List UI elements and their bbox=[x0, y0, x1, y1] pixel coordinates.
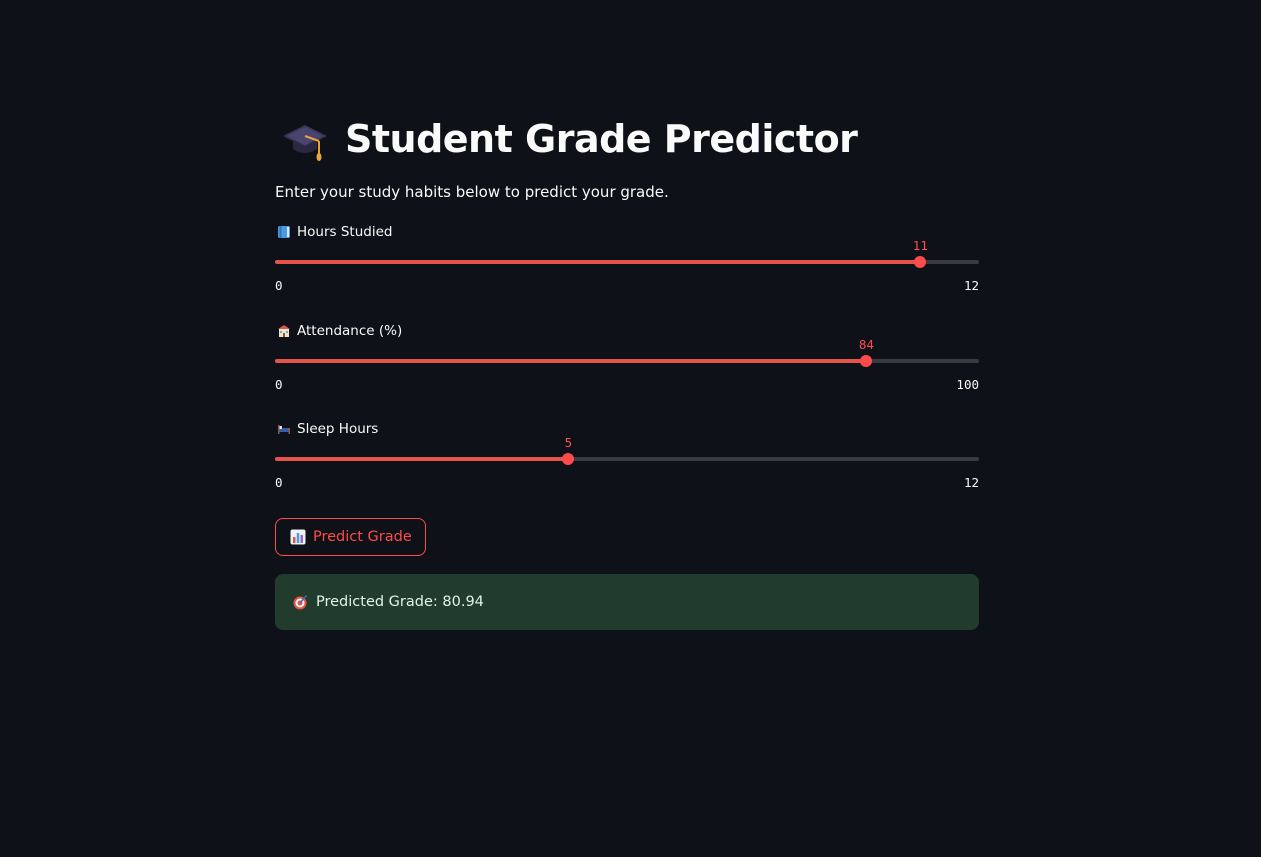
sleep-hours-slider: Sleep Hours 5 0 12 bbox=[275, 421, 979, 497]
hours-studied-slider: Hours Studied 11 0 12 bbox=[275, 224, 979, 300]
predict-button-label: Predict Grade bbox=[313, 529, 412, 545]
bar-chart-icon bbox=[290, 529, 306, 545]
slider-label-hours-studied: Hours Studied bbox=[277, 224, 392, 240]
slider-fill bbox=[275, 359, 867, 363]
school-icon bbox=[277, 324, 291, 338]
slider-value: 84 bbox=[858, 337, 874, 352]
attendance-slider: Attendance (%) 84 0 100 bbox=[275, 323, 979, 399]
slider-max-label: 12 bbox=[963, 278, 979, 293]
page-header: Student Grade Predictor bbox=[281, 112, 858, 166]
slider-thumb[interactable] bbox=[860, 355, 873, 367]
graduation-cap-icon bbox=[281, 115, 329, 163]
slider-min-label: 0 bbox=[275, 278, 283, 293]
slider-label-attendance: Attendance (%) bbox=[277, 323, 402, 339]
slider-fill bbox=[275, 260, 921, 264]
slider-track[interactable]: 84 bbox=[275, 337, 979, 367]
slider-thumb[interactable] bbox=[562, 453, 575, 465]
slider-track[interactable]: 11 bbox=[275, 238, 979, 268]
slider-thumb[interactable] bbox=[914, 256, 927, 268]
predict-grade-button[interactable]: Predict Grade bbox=[275, 518, 426, 556]
slider-max-label: 12 bbox=[963, 475, 979, 490]
book-icon bbox=[277, 225, 291, 239]
slider-min-label: 0 bbox=[275, 377, 283, 392]
slider-min-label: 0 bbox=[275, 475, 283, 490]
slider-value: 11 bbox=[912, 238, 928, 253]
slider-fill bbox=[275, 457, 569, 461]
target-icon bbox=[292, 594, 308, 610]
page-title: Student Grade Predictor bbox=[345, 117, 858, 161]
slider-label-text: Attendance (%) bbox=[297, 323, 403, 339]
slider-label-text: Hours Studied bbox=[297, 224, 393, 240]
prediction-result-text: Predicted Grade: 80.94 bbox=[316, 594, 484, 610]
page-subtitle: Enter your study habits below to predict… bbox=[275, 183, 669, 201]
slider-value: 5 bbox=[564, 435, 573, 450]
app-root: Student Grade Predictor Enter your study… bbox=[0, 0, 1261, 857]
slider-track[interactable]: 5 bbox=[275, 435, 979, 465]
slider-label-sleep-hours: Sleep Hours bbox=[277, 421, 378, 437]
slider-max-label: 100 bbox=[956, 377, 979, 392]
bed-icon bbox=[277, 422, 291, 436]
slider-label-text: Sleep Hours bbox=[297, 421, 379, 437]
prediction-result: Predicted Grade: 80.94 bbox=[275, 574, 979, 630]
